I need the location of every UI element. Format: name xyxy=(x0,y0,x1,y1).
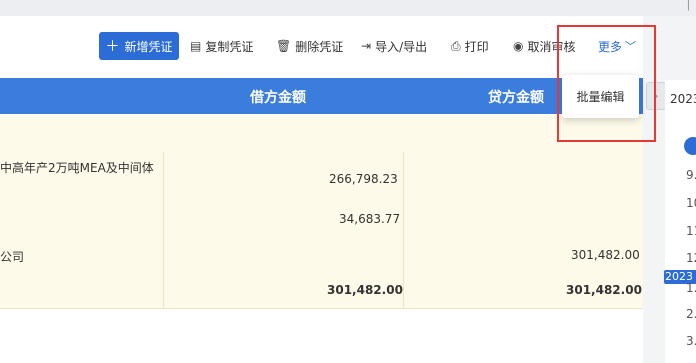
calendar-month-item[interactable]: 3. xyxy=(686,334,696,348)
plus-icon: ＋ xyxy=(105,39,120,55)
print-label: 打印 xyxy=(464,39,489,54)
calendar-month-item[interactable]: 1. xyxy=(686,281,696,295)
table-row[interactable]: 公司 301,482.00 xyxy=(0,238,643,274)
add-voucher-button[interactable]: ＋ 新增凭证 xyxy=(99,32,179,60)
table-row[interactable]: 中高年产2万吨MEA及中间体 266,798.23 xyxy=(0,152,643,203)
calendar-month-item[interactable]: 9. xyxy=(686,168,696,182)
copy-voucher-label: 复制凭证 xyxy=(205,39,254,54)
calendar-month-item[interactable]: 12 xyxy=(686,251,696,265)
calendar-year[interactable]: 2023 xyxy=(670,92,696,106)
column-divider xyxy=(403,152,404,308)
table-row[interactable]: 34,683.77 xyxy=(0,202,643,239)
debit-cell: 266,798.23 xyxy=(329,172,398,186)
table-row-blank xyxy=(0,115,643,153)
calendar-month-item[interactable]: 10 xyxy=(686,196,696,210)
total-credit: 301,482.00 xyxy=(566,283,642,297)
calendar-month-item[interactable]: 11 xyxy=(686,224,696,238)
total-debit: 301,482.00 xyxy=(327,283,403,297)
trash-icon: 🗑 xyxy=(276,39,292,53)
debit-header: 借方金额 xyxy=(250,90,306,106)
calendar-month-item[interactable]: 2. xyxy=(686,307,696,321)
highlight-box xyxy=(557,25,656,142)
delete-voucher-label: 删除凭证 xyxy=(295,39,344,54)
add-voucher-label: 新增凭证 xyxy=(124,39,173,54)
printer-icon: ⎙ xyxy=(451,38,461,53)
import-export-label: 导入/导出 xyxy=(375,39,428,54)
table-header: 借方金额 贷方金额 xyxy=(0,78,643,114)
calendar-selected-indicator[interactable] xyxy=(684,137,696,155)
import-export-button[interactable]: ⇥ 导入/导出 xyxy=(361,32,427,60)
total-row: 301,482.00 301,482.00 xyxy=(0,273,643,309)
import-export-icon: ⇥ xyxy=(361,39,372,53)
debit-cell: 34,683.77 xyxy=(339,212,401,226)
credit-header: 贷方金额 xyxy=(488,90,544,106)
credit-cell: 301,482.00 xyxy=(571,248,640,262)
copy-icon: ▤ xyxy=(190,39,202,53)
scrollbar-edge[interactable]: ▏ xyxy=(688,0,696,11)
summary-cell: 公司 xyxy=(0,250,25,264)
copy-voucher-button[interactable]: ▤ 复制凭证 xyxy=(190,32,253,60)
column-divider xyxy=(163,152,164,308)
top-strip xyxy=(0,0,696,16)
summary-cell: 中高年产2万吨MEA及中间体 xyxy=(0,161,154,175)
delete-voucher-button[interactable]: 🗑 删除凭证 xyxy=(276,32,343,60)
cancel-review-icon: ◉ xyxy=(513,39,524,53)
print-button[interactable]: ⎙ 打印 xyxy=(451,32,489,60)
